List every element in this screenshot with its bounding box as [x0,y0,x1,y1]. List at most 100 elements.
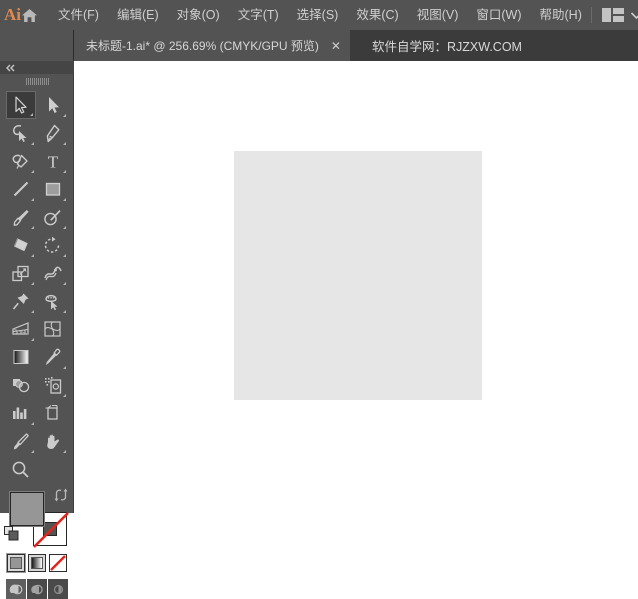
tool-buttons: T [0,88,73,483]
bar-chart-icon [13,407,27,419]
zoom-tool[interactable] [6,455,36,483]
pen-tool[interactable] [38,119,68,147]
rotate-tool[interactable] [38,231,68,259]
tool-flyout-indicator [30,310,34,313]
tool-flyout-indicator [30,198,34,201]
artboard-tool[interactable] [38,399,68,427]
document-canvas[interactable] [74,61,638,513]
tool-flyout-indicator [62,366,66,369]
full-screen-mode-button[interactable] [47,579,68,599]
eraser-tool[interactable] [6,231,36,259]
screen-mode-normal-icon [9,584,22,595]
eyedropper-tool[interactable] [38,343,68,371]
tool-row [0,203,73,231]
mesh-tool[interactable] [38,315,68,343]
none-button[interactable] [48,554,67,572]
paint-mode-buttons [0,553,73,573]
menu-type[interactable]: 文字(T) [229,0,288,30]
menu-bar: Ai 文件(F) 编辑(E) 对象(O) 文字(T) 选择(S) 效果(C) 视… [0,0,638,30]
fill-swatch[interactable] [10,492,44,526]
default-fill-stroke-icon[interactable] [4,526,19,541]
magnifier-icon [12,461,29,478]
tool-flyout-indicator [30,226,34,229]
tool-flyout-indicator [30,282,34,285]
direct-selection-tool[interactable] [38,91,68,119]
double-chevron-left-icon[interactable] [0,61,74,74]
default-swatches-glyph [4,526,19,541]
tool-flyout-indicator [30,450,34,453]
perspective-grid-tool[interactable] [6,315,36,343]
hand-tool[interactable] [38,427,68,455]
screen-mode-buttons [0,579,73,599]
mesh-icon [44,321,61,337]
tool-flyout-indicator [62,170,66,173]
artboard-1[interactable] [234,151,482,400]
chevron-down-icon[interactable] [630,11,638,19]
line-segment-tool[interactable] [6,175,36,203]
home-glyph [22,8,37,22]
tool-flyout-indicator [30,254,34,257]
tool-row [0,399,73,427]
column-graph-tool[interactable] [6,399,36,427]
width-icon [43,266,62,280]
screen-mode-menubar-icon [30,584,43,595]
rectangle-icon [45,182,60,196]
menu-effect[interactable]: 效果(C) [347,0,407,30]
menu-file[interactable]: 文件(F) [49,0,108,30]
screen-mode-full-icon [53,584,63,595]
tool-row: T [0,147,73,175]
menu-object[interactable]: 对象(O) [168,0,229,30]
tool-row [0,259,73,287]
illustrator-window: Ai 文件(F) 编辑(E) 对象(O) 文字(T) 选择(S) 效果(C) 视… [0,0,638,599]
menu-help[interactable]: 帮助(H) [531,0,591,30]
symbol-sprayer-tool[interactable] [38,371,68,399]
blend-tool[interactable] [6,371,36,399]
paintbrush-tool[interactable] [6,203,36,231]
svg-text:T: T [47,153,58,171]
line-icon [13,181,28,197]
perspective-grid-icon [11,322,29,335]
tool-row [0,315,73,343]
swap-fill-stroke-icon[interactable] [54,488,68,502]
menu-select[interactable]: 选择(S) [288,0,348,30]
full-screen-menu-bar-button[interactable] [26,579,47,599]
selection-tool[interactable] [5,91,36,119]
document-tab-title: 未标题-1.ai* @ 256.69% (CMYK/GPU 预览) [86,39,319,53]
workspace-layout-icon[interactable] [601,8,624,22]
gradient-tool[interactable] [6,343,36,371]
document-tab[interactable]: 未标题-1.ai* @ 256.69% (CMYK/GPU 预览) ✕ [74,30,350,61]
menubar-right-group [590,0,638,30]
width-tool[interactable] [38,259,68,287]
rectangle-tool[interactable] [38,175,68,203]
artboard-icon [45,404,58,420]
type-tool[interactable]: T [38,147,68,175]
scale-tool[interactable] [6,259,36,287]
close-icon[interactable]: ✕ [331,40,341,52]
free-transform-tool[interactable] [6,287,36,315]
tool-row [0,231,73,259]
fill-stroke-controls [0,488,74,550]
color-button[interactable] [5,553,26,573]
normal-screen-mode-button[interactable] [5,579,26,599]
home-icon[interactable] [21,0,38,30]
shape-builder-tool[interactable] [38,287,68,315]
slice-tool[interactable] [6,427,36,455]
symbol-sprayer-icon [44,376,61,394]
menu-view[interactable]: 视图(V) [408,0,468,30]
type-letter-t-icon: T [47,153,58,171]
shaper-tool[interactable] [38,203,68,231]
tool-row [0,119,73,147]
menu-window[interactable]: 窗口(W) [467,0,530,30]
magic-wand-icon [12,124,26,142]
drag-grip-icon[interactable] [0,74,74,88]
swap-arrows-glyph [54,488,68,502]
tool-flyout-indicator [30,338,34,341]
gradient-button[interactable] [27,554,46,572]
curvature-icon [12,154,28,169]
menu-edit[interactable]: 编辑(E) [108,0,168,30]
shape-builder-icon [44,294,57,310]
curvature-tool[interactable] [6,147,36,175]
magic-wand-tool[interactable] [6,119,36,147]
tool-row [0,427,73,455]
tool-flyout-indicator [30,422,34,425]
